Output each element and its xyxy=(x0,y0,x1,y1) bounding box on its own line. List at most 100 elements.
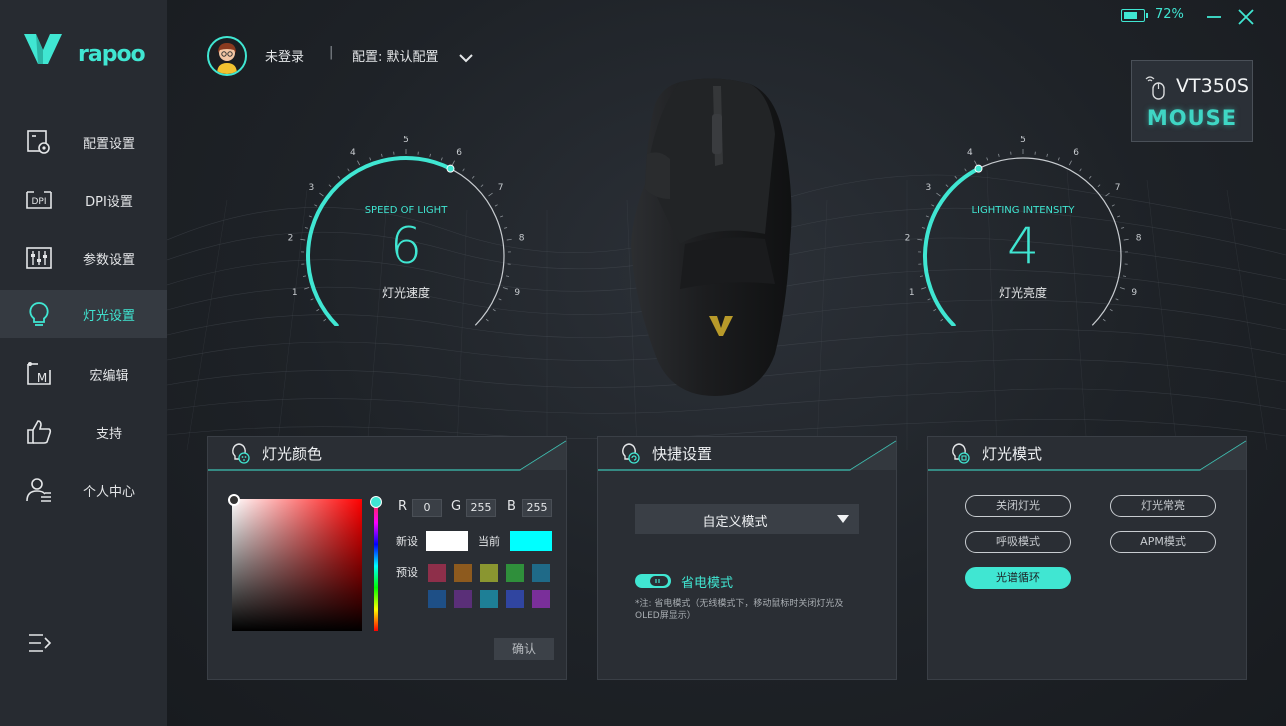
preset-swatch[interactable] xyxy=(454,564,472,582)
color-picker-area[interactable] xyxy=(232,499,362,631)
mode-off-button[interactable]: 关闭灯光 xyxy=(965,495,1071,517)
gauge-tick xyxy=(440,157,443,161)
preset-swatch[interactable] xyxy=(506,564,524,582)
mode-spectrum-button[interactable]: 光谱循环 xyxy=(965,567,1071,589)
panel-header: 灯光颜色 xyxy=(208,437,567,471)
sidebar-item-dpi[interactable]: DPI DPI设置 xyxy=(0,176,167,224)
gauge-tick xyxy=(462,168,465,172)
light-mode-panel: 灯光模式 关闭灯光 灯光常亮 呼吸模式 APM模式 光谱循环 xyxy=(927,436,1247,680)
gauge-tick xyxy=(933,308,937,312)
intensity-value: 4 xyxy=(1007,217,1039,275)
svg-text:DPI: DPI xyxy=(31,197,46,207)
battery-icon xyxy=(1121,9,1148,22)
sliders-icon xyxy=(24,244,54,272)
mode-dropdown[interactable]: 自定义模式 xyxy=(635,504,859,534)
gauge-tick xyxy=(369,157,372,161)
gauge-tick xyxy=(381,153,383,157)
config-icon xyxy=(24,128,54,156)
gauge-tick xyxy=(429,153,431,157)
config-selector[interactable]: 配置: 默认配置 xyxy=(352,46,439,65)
hue-slider[interactable] xyxy=(374,501,378,631)
palette-bulb-icon xyxy=(228,441,252,465)
mode-steady-button[interactable]: 灯光常亮 xyxy=(1110,495,1216,517)
gauge-tick xyxy=(357,160,361,166)
power-saving-toggle[interactable] xyxy=(635,574,671,588)
light-speed-gauge[interactable]: 012345678910 SPEED OF LIGHT 6 灯光速度 xyxy=(286,136,526,326)
sidebar-item-label: DPI设置 xyxy=(85,194,133,210)
gauge-tick-label: 5 xyxy=(403,136,409,145)
panel-title: 灯光颜色 xyxy=(262,445,323,463)
new-color-swatch xyxy=(426,531,468,551)
gauge-tick xyxy=(974,160,978,166)
gauge-tick xyxy=(505,275,510,277)
gauge-tick-label: 5 xyxy=(1020,136,1026,145)
sidebar: rapoo 配置设置 DPI DPI设置 参数设置 灯光设置 M 宏编辑 支持 … xyxy=(0,0,167,726)
gauge-tick xyxy=(945,184,949,188)
color-panel: 灯光颜色 R 0 G 255 B 255 新设 当前 预设 确认 xyxy=(207,436,567,680)
gauge-tick xyxy=(1109,308,1113,312)
sidebar-item-macro[interactable]: M 宏编辑 xyxy=(0,350,167,398)
mode-breathing-button[interactable]: 呼吸模式 xyxy=(965,531,1071,553)
r-input[interactable]: 0 xyxy=(412,499,442,517)
bulb-icon xyxy=(24,300,54,328)
sidebar-item-label: 宏编辑 xyxy=(89,368,129,384)
current-color-label: 当前 xyxy=(478,535,500,548)
preset-swatch[interactable] xyxy=(480,564,498,582)
gauge-tick xyxy=(1057,157,1060,161)
mode-bulb-icon xyxy=(948,441,972,465)
gauge-tick-label: 7 xyxy=(1115,183,1121,193)
speed-title: SPEED OF LIGHT xyxy=(364,205,448,216)
mode-apm-button[interactable]: APM模式 xyxy=(1110,531,1216,553)
device-card: VT350S MOUSE xyxy=(1131,60,1253,142)
device-name: VT350S xyxy=(1176,75,1249,97)
light-intensity-gauge[interactable]: 012345678910 LIGHTING INTENSITY 4 灯光亮度 xyxy=(903,136,1143,326)
gauge-tick xyxy=(328,184,332,188)
preset-swatch[interactable] xyxy=(428,590,446,608)
sidebar-item-config[interactable]: 配置设置 xyxy=(0,118,167,166)
thumbs-up-icon xyxy=(24,418,54,446)
dpi-icon: DPI xyxy=(24,186,54,214)
preset-swatch[interactable] xyxy=(532,564,550,582)
minimize-button[interactable] xyxy=(1205,8,1223,26)
gauge-tick xyxy=(323,318,327,322)
sidebar-item-profile[interactable]: 个人中心 xyxy=(0,466,167,514)
preset-swatch[interactable] xyxy=(506,590,524,608)
color-picker-handle[interactable] xyxy=(228,494,240,506)
separator: | xyxy=(329,45,334,60)
gauge-tick xyxy=(1097,184,1101,188)
shortcut-bulb-icon xyxy=(618,441,642,465)
gauge-tick xyxy=(964,168,967,172)
gauge-tick xyxy=(347,168,350,172)
gauge-tick-label: 3 xyxy=(925,183,931,193)
gauge-tick xyxy=(936,192,941,197)
sidebar-item-label: 配置设置 xyxy=(82,136,135,152)
mouse-image xyxy=(625,74,805,400)
gauge-tick xyxy=(998,153,1000,157)
preset-swatch[interactable] xyxy=(428,564,446,582)
gauge-tick xyxy=(1122,275,1127,277)
chevron-down-icon[interactable] xyxy=(459,48,473,63)
login-status[interactable]: 未登录 xyxy=(265,46,304,65)
gauge-tick xyxy=(488,192,493,197)
sidebar-item-support[interactable]: 支持 xyxy=(0,408,167,456)
power-saving-note: *注: 省电模式（无线模式下，移动鼠标时关闭灯光及OLED屏显示） xyxy=(635,599,844,621)
gauge-tick xyxy=(485,318,489,322)
gauge-tick xyxy=(919,275,924,277)
speed-label: 灯光速度 xyxy=(381,286,430,300)
hue-slider-handle[interactable] xyxy=(370,496,382,508)
g-input[interactable]: 255 xyxy=(466,499,496,517)
preset-swatch[interactable] xyxy=(480,590,498,608)
close-button[interactable] xyxy=(1237,8,1255,26)
gauge-tick xyxy=(319,192,324,197)
gauge-tick xyxy=(451,160,455,166)
sidebar-item-params[interactable]: 参数设置 xyxy=(0,234,167,282)
confirm-button[interactable]: 确认 xyxy=(494,638,554,660)
preset-swatch[interactable] xyxy=(532,590,550,608)
sidebar-item-lighting[interactable]: 灯光设置 xyxy=(0,290,167,338)
preset-swatch[interactable] xyxy=(454,590,472,608)
brand-name: rapoo xyxy=(78,42,146,67)
speed-value: 6 xyxy=(390,217,422,275)
collapse-menu-icon[interactable] xyxy=(27,632,53,654)
avatar[interactable] xyxy=(207,36,247,76)
b-input[interactable]: 255 xyxy=(522,499,552,517)
